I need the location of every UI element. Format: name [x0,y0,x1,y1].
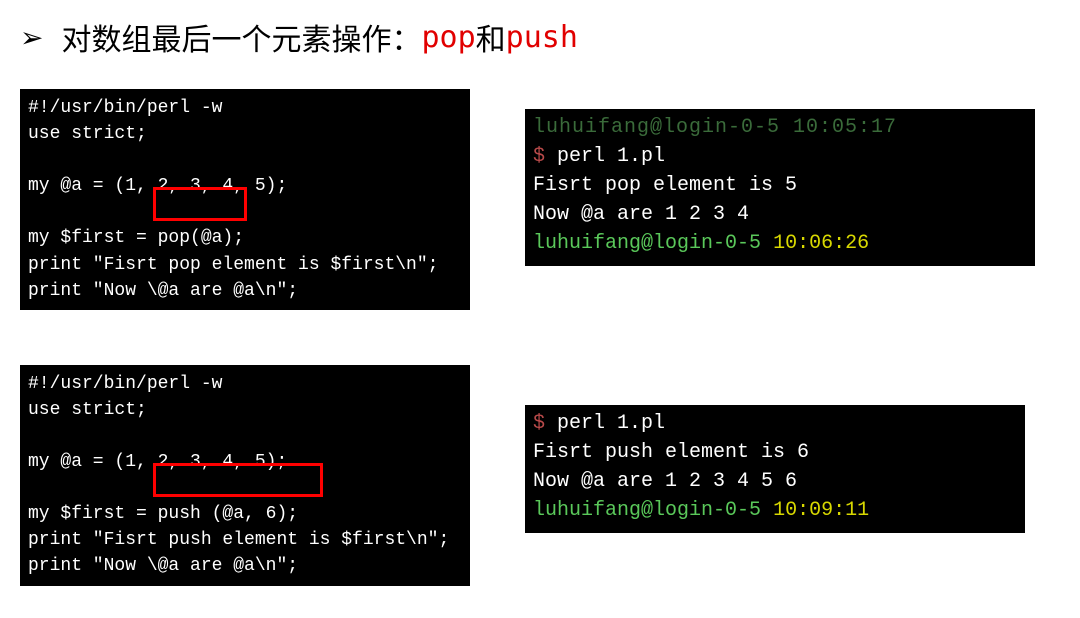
output-line: Now @a are 1 2 3 4 5 6 [533,470,797,493]
example-push: #!/usr/bin/perl -w use strict; my @a = (… [20,365,1060,586]
output-timestamp: 10:06:26 [773,232,869,255]
highlight-box-pop [153,187,247,221]
title-text: 对数组最后一个元素操作： [61,15,421,59]
output-command: perl 1.pl [557,412,665,435]
output-block-push: $ perl 1.pl Fisrt push element is 6 Now … [525,405,1025,533]
output-line: Fisrt pop element is 5 [533,174,797,197]
highlight-box-push [153,463,323,497]
output-cropped-line: luhuifang@login-0-5 10:05:17 [533,116,897,139]
code-block-pop: #!/usr/bin/perl -w use strict; my @a = (… [20,89,470,310]
title: ➢ 对数组最后一个元素操作： pop 和 push [20,15,1060,59]
output-user-host: luhuifang@login-0-5 [533,499,761,522]
output-command: perl 1.pl [557,145,665,168]
title-keyword-pop: pop [421,20,475,55]
output-user-host: luhuifang@login-0-5 [533,232,761,255]
bullet-icon: ➢ [20,21,43,54]
output-block-pop: luhuifang@login-0-5 10:05:17 $ perl 1.pl… [525,109,1035,266]
title-separator: 和 [476,15,506,59]
prompt-dollar-icon: $ [533,145,545,168]
title-keyword-push: push [506,20,578,55]
output-timestamp: 10:09:11 [773,499,869,522]
output-line: Fisrt push element is 6 [533,441,809,464]
code-block-push: #!/usr/bin/perl -w use strict; my @a = (… [20,365,470,586]
example-pop: #!/usr/bin/perl -w use strict; my @a = (… [20,89,1060,310]
prompt-dollar-icon: $ [533,412,545,435]
output-line: Now @a are 1 2 3 4 [533,203,749,226]
